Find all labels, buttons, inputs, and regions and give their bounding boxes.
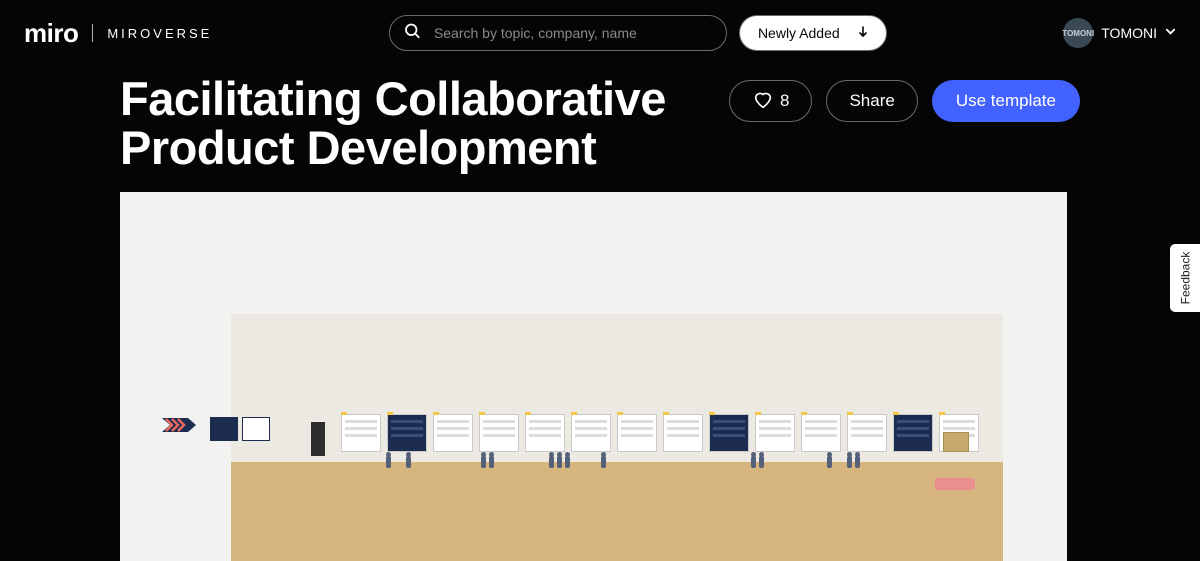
panel: [893, 414, 933, 452]
chevron-down-icon: [1165, 24, 1176, 42]
panel: [709, 414, 749, 452]
panel-row: [311, 414, 979, 452]
title-row: Facilitating Collaborative Product Devel…: [0, 66, 1200, 173]
like-button[interactable]: 8: [729, 80, 812, 122]
panel: [571, 414, 611, 452]
panel: [341, 414, 381, 452]
avatar-text: TOMONI: [1062, 29, 1094, 38]
arrow-icon: [162, 416, 202, 439]
sort-dropdown[interactable]: Newly Added: [739, 15, 887, 51]
door-shape: [311, 422, 325, 456]
search-input[interactable]: [389, 15, 727, 51]
action-bar: 8 Share Use template: [729, 74, 1080, 122]
panel: [387, 414, 427, 452]
panel: [525, 414, 565, 452]
like-count: 8: [780, 91, 789, 111]
share-button[interactable]: Share: [826, 80, 917, 122]
search-wrap: [389, 15, 727, 51]
user-name: TOMONI: [1101, 25, 1157, 41]
search-icon: [403, 22, 421, 45]
heart-icon: [752, 88, 774, 115]
panel: [479, 414, 519, 452]
logo-group[interactable]: miro MIROVERSE: [24, 18, 212, 49]
feedback-tab[interactable]: Feedback: [1170, 244, 1200, 312]
avatar: TOMONI: [1063, 18, 1093, 48]
thumb: [242, 417, 270, 441]
board-canvas: [231, 314, 1003, 561]
panel: [847, 414, 887, 452]
cta-label: Use template: [956, 91, 1056, 110]
template-preview[interactable]: [120, 192, 1067, 561]
arrow-down-icon: [858, 25, 868, 41]
thumb: [210, 417, 238, 441]
user-menu[interactable]: TOMONI TOMONI: [1063, 18, 1176, 48]
page-title: Facilitating Collaborative Product Devel…: [120, 74, 699, 173]
logo-miro: miro: [24, 18, 78, 49]
header-center: Newly Added: [212, 15, 1063, 51]
panel: [755, 414, 795, 452]
logo-sub: MIROVERSE: [107, 26, 212, 41]
feedback-label: Feedback: [1178, 252, 1192, 305]
thumb-pair: [210, 417, 270, 441]
people-row: [231, 456, 1003, 486]
header: miro MIROVERSE Newly Added TOMONI TOMONI: [0, 0, 1200, 66]
use-template-button[interactable]: Use template: [932, 80, 1080, 122]
logo-divider: [92, 24, 93, 42]
panel: [663, 414, 703, 452]
sort-label: Newly Added: [758, 25, 840, 41]
share-label: Share: [849, 91, 894, 111]
panel: [433, 414, 473, 452]
box-shape: [943, 432, 969, 452]
panel: [617, 414, 657, 452]
panel: [801, 414, 841, 452]
